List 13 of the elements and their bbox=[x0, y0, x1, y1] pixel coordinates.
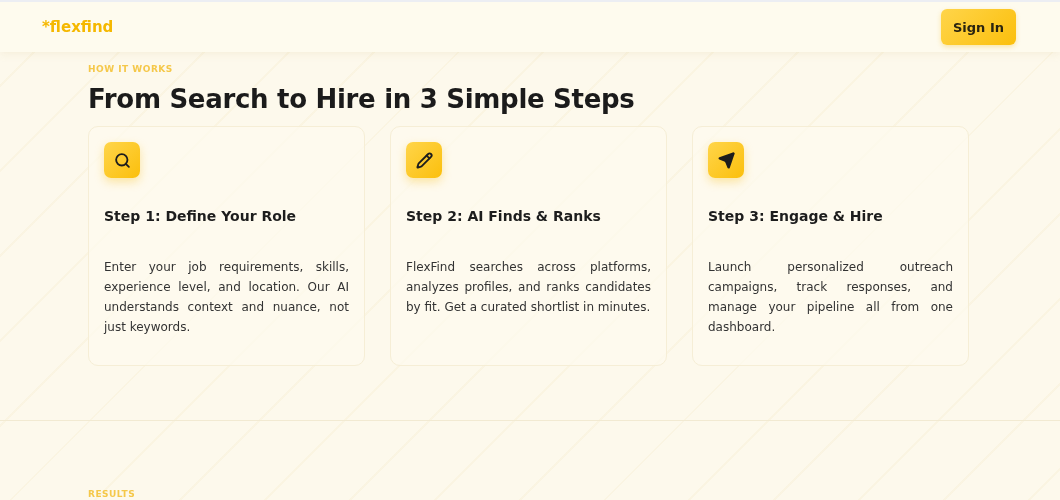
step-title: Step 2: AI Finds & Ranks bbox=[406, 208, 602, 224]
step-description: FlexFind searches across platforms, analyzes profiles, and ranks candidates by fit. Get a curated shortlist in minutes. bbox=[406, 259, 651, 316]
section-eyebrow: HOW IT WORKS bbox=[88, 64, 174, 74]
step-description: Launch personalized outreach campaigns, track responses, and manage your pipeline all from one dashboard. bbox=[708, 259, 953, 336]
sign-in-button[interactable]: Sign In bbox=[941, 9, 1016, 45]
step-title: Step 3: Engage & Hire bbox=[708, 208, 884, 224]
step-title: Step 1: Define Your Role bbox=[104, 208, 298, 224]
section-eyebrow: RESULTS bbox=[88, 489, 137, 499]
step-description: Enter your job requirements, skills, experience level, and location. Our AI understands context and nuance, not just keywords. bbox=[104, 259, 349, 336]
search-icon bbox=[104, 142, 140, 178]
paper-plane-icon bbox=[708, 142, 744, 178]
section-title: From Search to Hire in 3 Simple Steps bbox=[88, 84, 636, 114]
pencil-icon bbox=[406, 142, 442, 178]
